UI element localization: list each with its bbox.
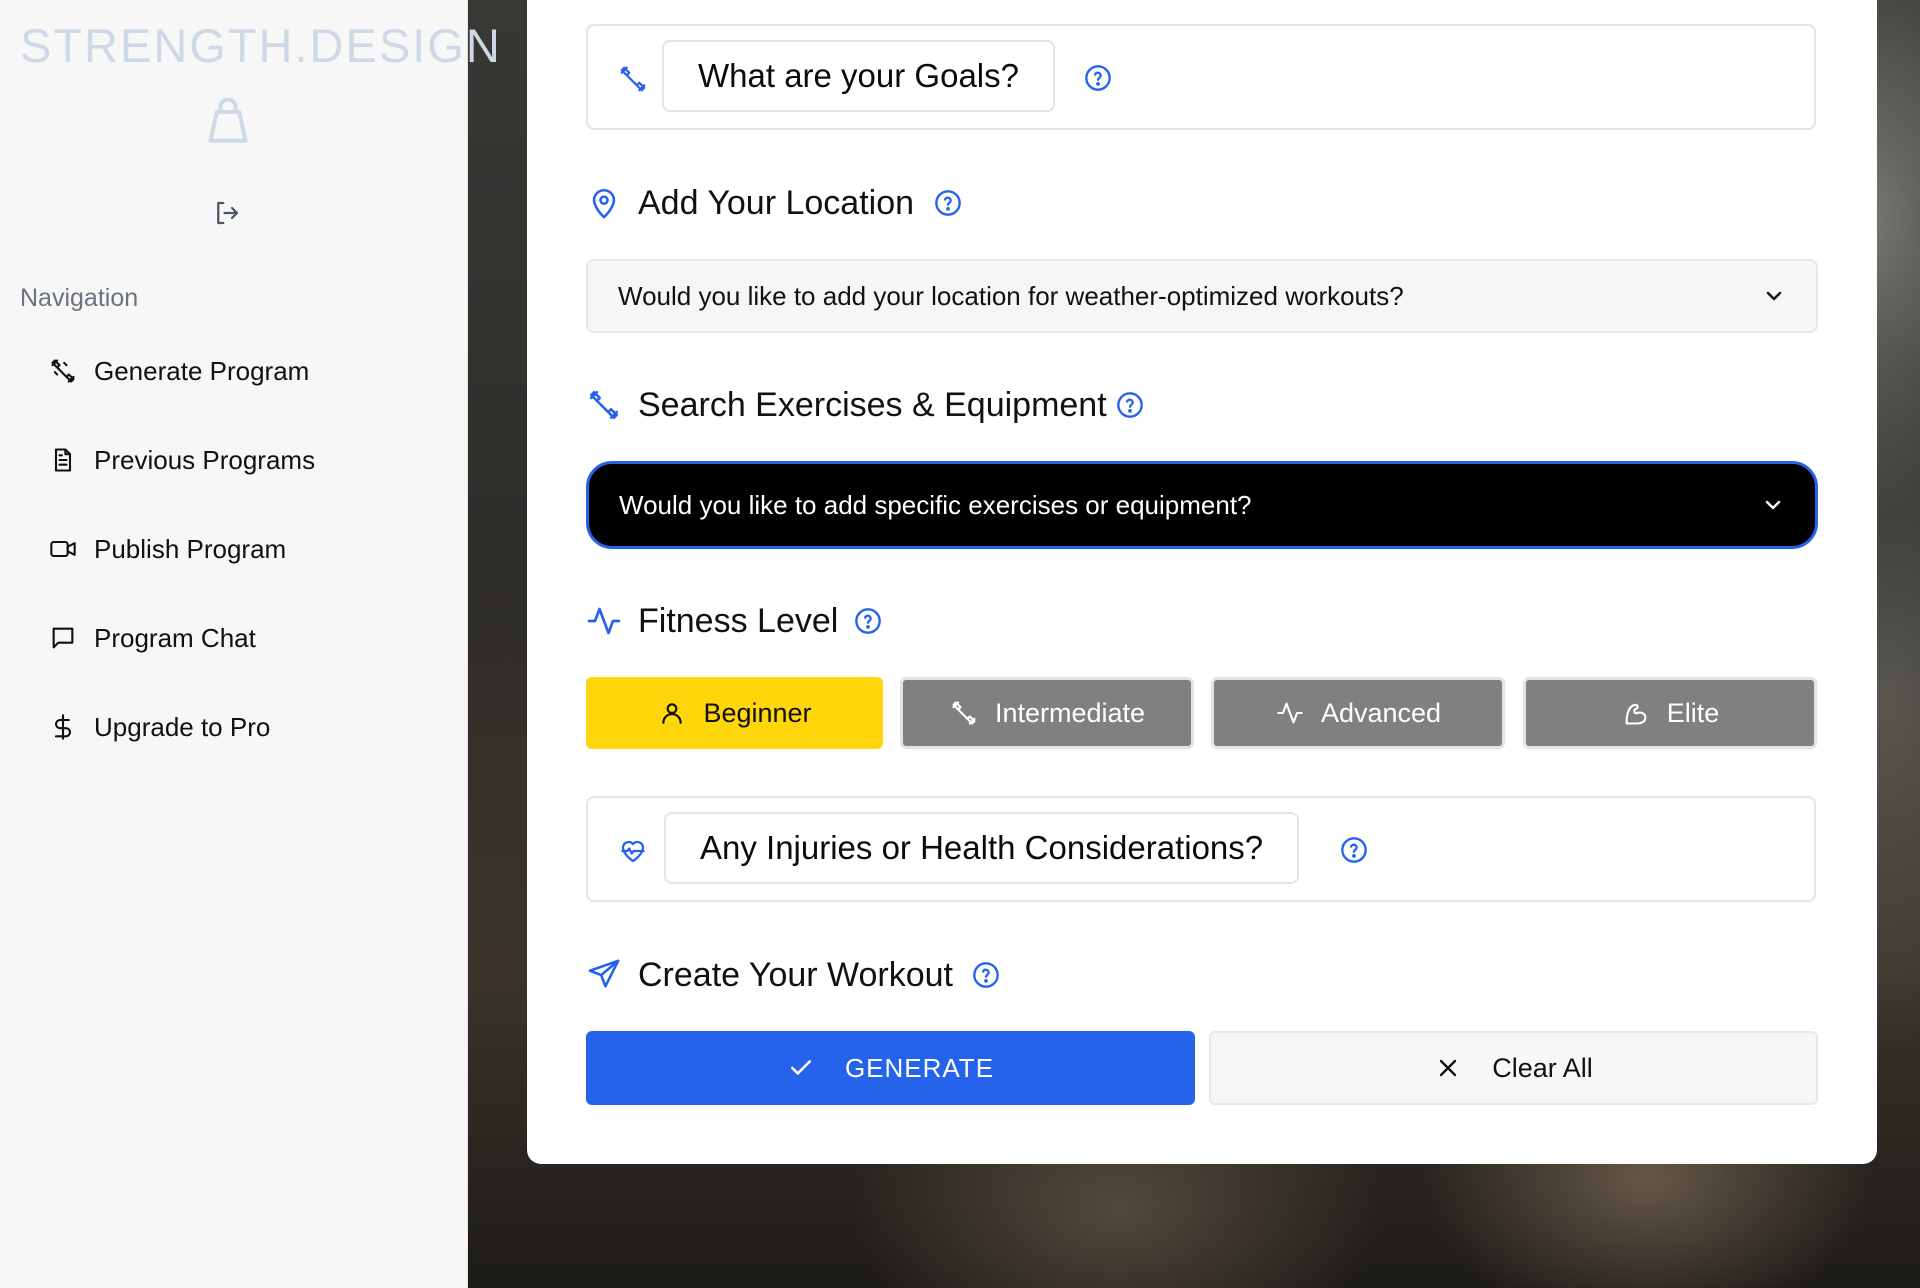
dumbbell-icon	[48, 356, 78, 386]
dumbbell-icon	[586, 387, 622, 423]
exercises-dropdown[interactable]: Would you like to add specific exercises…	[586, 461, 1818, 549]
sidebar-item-previous-programs[interactable]: Previous Programs	[48, 432, 438, 488]
sidebar-item-generate-program[interactable]: Generate Program	[48, 343, 438, 399]
section-title-text: Create Your Workout	[638, 955, 953, 994]
help-icon[interactable]	[934, 189, 962, 217]
sidebar-item-program-chat[interactable]: Program Chat	[48, 610, 438, 666]
goals-button[interactable]: What are your Goals?	[662, 40, 1055, 112]
level-beginner-button[interactable]: Beginner	[586, 677, 883, 749]
level-elite-button[interactable]: Elite	[1523, 677, 1817, 749]
dropdown-text: Would you like to add specific exercises…	[619, 489, 1252, 520]
document-icon	[48, 445, 78, 475]
section-title-text: Add Your Location	[638, 183, 915, 222]
map-pin-icon	[586, 185, 622, 221]
clear-all-button[interactable]: Clear All	[1209, 1031, 1818, 1105]
generate-label: GENERATE	[844, 1052, 995, 1083]
help-icon[interactable]	[854, 607, 882, 635]
level-label: Intermediate	[994, 697, 1146, 728]
dumbbell-icon	[949, 698, 979, 728]
sidebar-item-label: Publish Program	[94, 533, 287, 564]
nav-heading: Navigation	[20, 284, 139, 312]
sidebar-item-label: Generate Program	[94, 355, 310, 386]
help-icon[interactable]	[972, 961, 1000, 989]
sidebar-item-upgrade-to-pro[interactable]: Upgrade to Pro	[48, 699, 438, 755]
section-title-text: Search Exercises & Equipment	[638, 385, 1107, 424]
sidebar-item-label: Upgrade to Pro	[94, 711, 271, 742]
goals-panel: What are your Goals?	[586, 24, 1816, 130]
sidebar-item-label: Previous Programs	[94, 444, 316, 475]
dumbbell-icon	[618, 64, 648, 94]
generate-button[interactable]: GENERATE	[586, 1031, 1195, 1105]
sidebar-item-label: Program Chat	[94, 622, 256, 653]
chevron-down-icon	[1761, 493, 1785, 517]
help-icon[interactable]	[1116, 391, 1144, 419]
dollar-icon	[48, 712, 78, 742]
section-title-text: Fitness Level	[638, 601, 839, 640]
sidebar: STRENGTH.DESIGN Navigation Generate Prog…	[0, 0, 502, 1288]
activity-icon	[1275, 698, 1305, 728]
exercises-section-title: Search Exercises & Equipment	[586, 381, 1107, 429]
close-icon	[1434, 1054, 1462, 1082]
clear-all-label: Clear All	[1492, 1052, 1593, 1083]
logout-icon[interactable]	[212, 198, 242, 228]
activity-icon	[586, 603, 622, 639]
level-advanced-button[interactable]: Advanced	[1211, 677, 1505, 749]
help-icon[interactable]	[1340, 836, 1368, 864]
injuries-button[interactable]: Any Injuries or Health Considerations?	[664, 812, 1300, 884]
user-icon	[657, 698, 687, 728]
send-icon	[586, 957, 622, 993]
level-intermediate-button[interactable]: Intermediate	[900, 677, 1194, 749]
brand-logo-text: STRENGTH.DESIGN	[20, 19, 502, 72]
dropdown-text: Would you like to add your location for …	[618, 280, 1404, 311]
sidebar-item-publish-program[interactable]: Publish Program	[48, 521, 438, 577]
check-icon	[787, 1054, 815, 1082]
location-section-title: Add Your Location	[586, 179, 914, 227]
location-dropdown[interactable]: Would you like to add your location for …	[586, 259, 1818, 333]
level-label: Beginner	[703, 697, 812, 728]
chat-icon	[48, 623, 78, 653]
flexed-arm-icon	[1621, 698, 1651, 728]
help-icon[interactable]	[1084, 64, 1112, 92]
injuries-panel: Any Injuries or Health Considerations?	[586, 796, 1816, 902]
fitness-section-title: Fitness Level	[586, 597, 838, 645]
level-label: Advanced	[1320, 697, 1442, 728]
level-label: Elite	[1666, 697, 1720, 728]
heart-pulse-icon	[618, 836, 648, 866]
chevron-down-icon	[1762, 284, 1786, 308]
video-icon	[48, 534, 78, 564]
create-section-title: Create Your Workout	[586, 951, 953, 999]
kettlebell-icon	[198, 92, 258, 152]
